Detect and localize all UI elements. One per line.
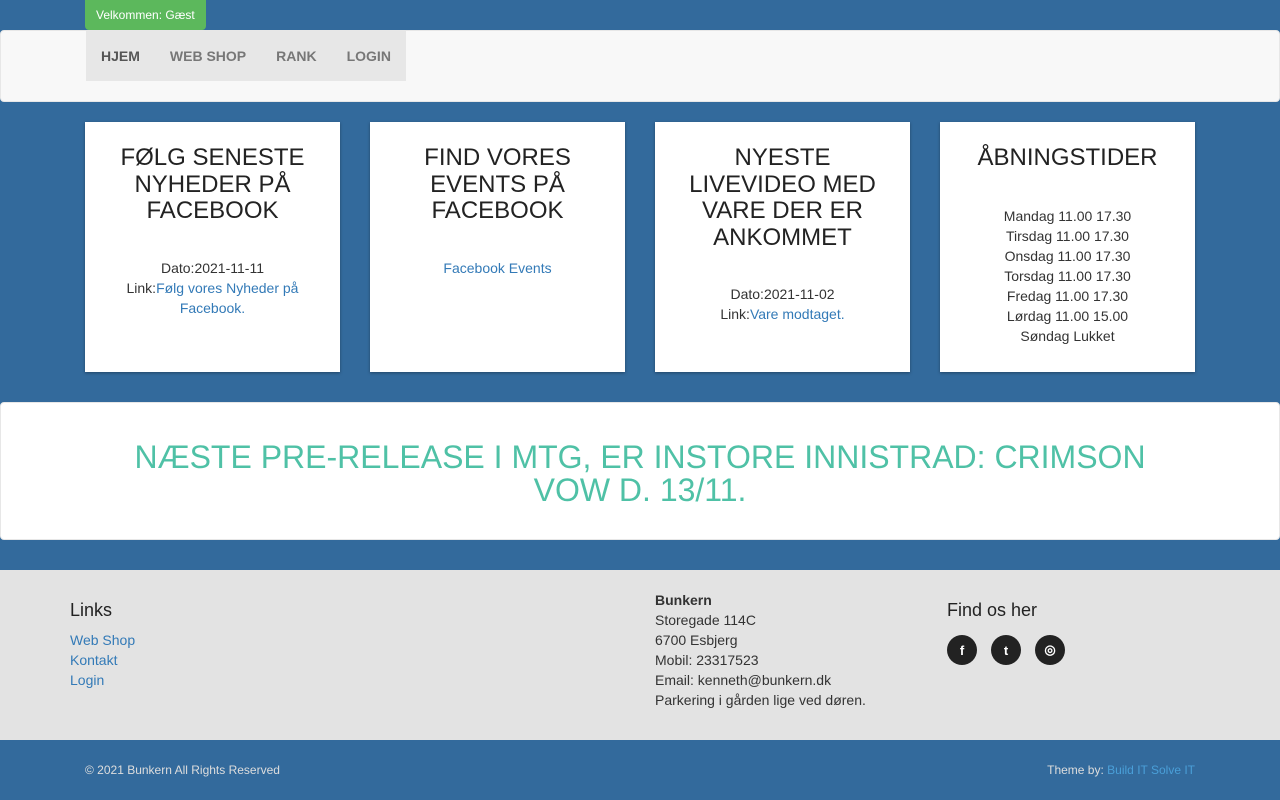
copyright: © 2021 Bunkern All Rights Reserved	[85, 763, 280, 777]
footer-address: Bunkern Storegade 114C 6700 Esbjerg Mobi…	[655, 590, 866, 710]
card-body: Dato:2021-11-02 Link:Vare modtaget.	[670, 284, 895, 324]
card-body: Facebook Events	[385, 258, 610, 278]
store-parking: Parkering i gården lige ved døren.	[655, 692, 866, 708]
hours-row: Søndag Lukket	[1020, 327, 1115, 344]
footer-social: Find os her f t ◎	[947, 570, 1079, 665]
footer-link-kontakt[interactable]: Kontakt	[70, 652, 117, 668]
facebook-events-link[interactable]: Facebook Events	[443, 260, 551, 276]
nav-item-rank[interactable]: RANK	[261, 31, 331, 81]
footer: Links Web Shop Kontakt Login Bunkern Sto…	[0, 570, 1280, 740]
hours-row: Fredag 11.00 17.30	[1006, 287, 1129, 304]
livevideo-card: NYESTE LIVEVIDEO MED VARE DER ER ANKOMME…	[655, 122, 910, 372]
social-icons: f t ◎	[947, 635, 1079, 665]
footer-links-list: Web Shop Kontakt Login	[70, 630, 135, 690]
instagram-icon[interactable]: ◎	[1035, 635, 1065, 665]
card-date: Dato:2021-11-11	[100, 258, 325, 278]
news-card: FØLG SENESTE NYHEDER PÅ FACEBOOK Dato:20…	[85, 122, 340, 372]
hours-row: Lørdag 11.00 15.00	[1006, 307, 1129, 324]
theme-label: Theme by:	[1047, 763, 1104, 777]
facebook-news-link[interactable]: Følg vores Nyheder på Facebook.	[156, 280, 298, 316]
navbar: HJEM WEB SHOP RANK LOGIN	[0, 30, 1280, 102]
main-nav: HJEM WEB SHOP RANK LOGIN	[86, 31, 406, 81]
link-label: Link:	[126, 279, 157, 296]
hours-row: Tirsdag 11.00 17.30	[1006, 227, 1129, 244]
footer-link-web-shop[interactable]: Web Shop	[70, 632, 135, 648]
card-link-row: Link:Vare modtaget.	[670, 304, 895, 324]
card-title: FIND VORES EVENTS PÅ FACEBOOK	[424, 144, 571, 224]
announcement-banner: NÆSTE PRE-RELEASE I MTG, ER INSTORE INNI…	[0, 402, 1280, 540]
link-label: Link:	[720, 306, 750, 322]
hours-row: Onsdag 11.00 17.30	[1004, 247, 1131, 264]
card-date: Dato:2021-11-02	[670, 284, 895, 304]
store-email: Email: kenneth@bunkern.dk	[655, 672, 832, 688]
find-us-title: Find os her	[947, 600, 1038, 620]
events-card: FIND VORES EVENTS PÅ FACEBOOK Facebook E…	[370, 122, 625, 372]
theme-credit: Theme by: Build IT Solve IT	[1047, 762, 1195, 778]
nav-item-login[interactable]: LOGIN	[332, 31, 406, 81]
hours-row: Torsdag 11.00 17.30	[1004, 267, 1131, 284]
nav-item-web-shop[interactable]: WEB SHOP	[155, 31, 261, 81]
hours-list: Mandag 11.00 17.30 Tirsdag 11.00 17.30 O…	[955, 206, 1180, 346]
list-item: Kontakt	[70, 650, 135, 670]
store-name: Bunkern	[655, 592, 712, 608]
card-title: NYESTE LIVEVIDEO MED VARE DER ER ANKOMME…	[689, 144, 876, 251]
date-label: Dato:	[730, 286, 764, 302]
card-title: FØLG SENESTE NYHEDER PÅ FACEBOOK	[120, 144, 305, 224]
opening-hours-card: ÅBNINGSTIDER Mandag 11.00 17.30 Tirsdag …	[940, 122, 1195, 372]
card-link-row: Link:Følg vores Nyheder på Facebook.	[100, 278, 325, 318]
date-value: 2021-11-11	[194, 259, 264, 276]
date-label: Dato:	[160, 259, 195, 276]
footer-links: Links Web Shop Kontakt Login	[70, 570, 135, 690]
date-value: 2021-11-02	[763, 286, 835, 302]
livevideo-link[interactable]: Vare modtaget.	[750, 306, 845, 322]
footer-links-title: Links	[70, 600, 113, 620]
cards-row: FØLG SENESTE NYHEDER PÅ FACEBOOK Dato:20…	[85, 122, 1195, 372]
card-title: ÅBNINGSTIDER	[977, 144, 1158, 171]
store-street: Storegade 114C	[655, 612, 756, 628]
hours-row: Mandag 11.00 17.30	[1003, 207, 1132, 224]
welcome-badge: Velkommen: Gæst	[85, 0, 206, 30]
nav-item-hjem[interactable]: HJEM	[86, 31, 155, 81]
store-city: 6700 Esbjerg	[655, 632, 738, 648]
theme-link[interactable]: Build IT Solve IT	[1107, 763, 1195, 777]
twitter-icon[interactable]: t	[991, 635, 1021, 665]
footer-link-login[interactable]: Login	[70, 672, 104, 688]
facebook-icon[interactable]: f	[947, 635, 977, 665]
bottom-bar: © 2021 Bunkern All Rights Reserved Theme…	[0, 740, 1280, 800]
list-item: Login	[70, 670, 135, 690]
store-phone: Mobil: 23317523	[655, 652, 759, 668]
announcement-text: NÆSTE PRE-RELEASE I MTG, ER INSTORE INNI…	[134, 439, 1146, 508]
list-item: Web Shop	[70, 630, 135, 650]
card-body: Dato:2021-11-11 Link:Følg vores Nyheder …	[100, 258, 325, 318]
